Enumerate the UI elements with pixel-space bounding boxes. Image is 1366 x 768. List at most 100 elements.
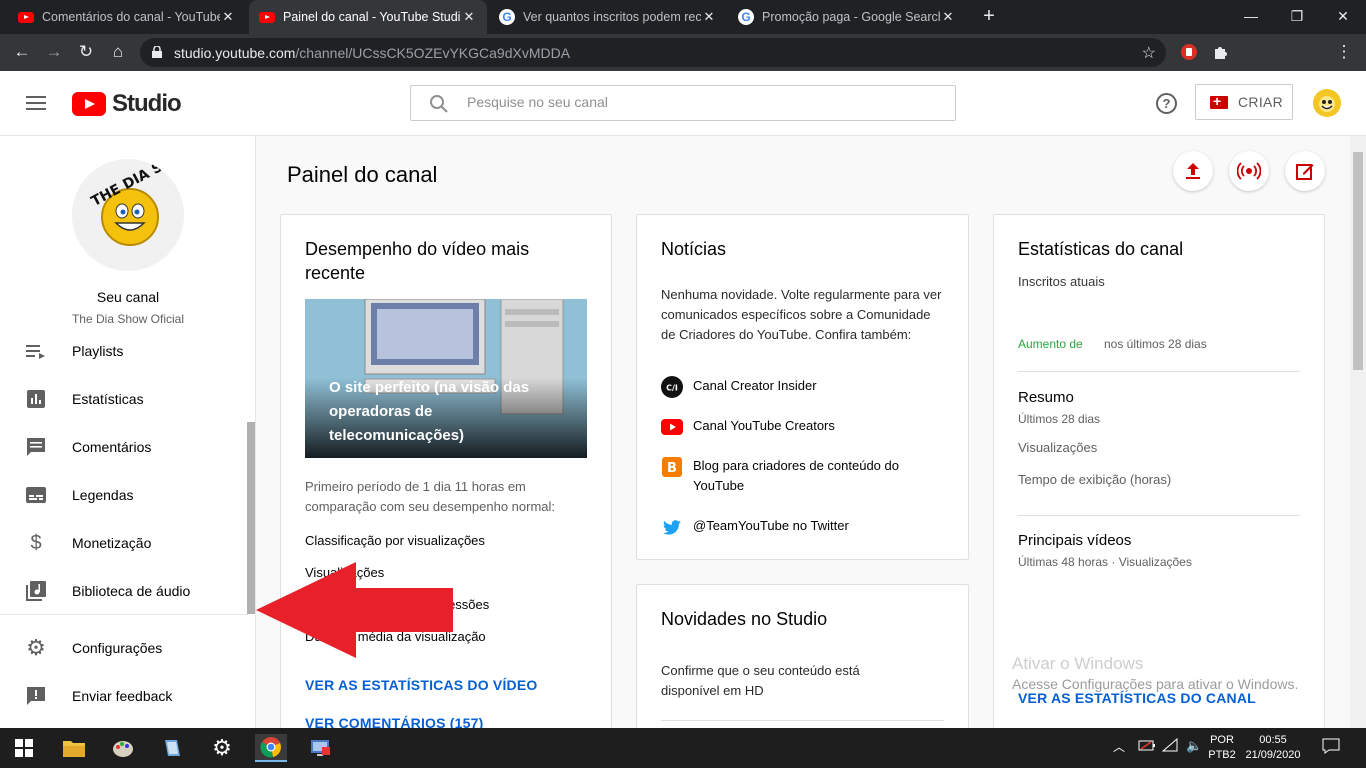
- sidebar-item-label: Configurações: [72, 640, 163, 656]
- chrome-icon[interactable]: [255, 734, 287, 762]
- sidebar-item-comments[interactable]: Comentários: [0, 423, 248, 471]
- chrome-menu-icon[interactable]: ⋮: [1332, 40, 1356, 64]
- close-icon[interactable]: ✕: [701, 9, 717, 25]
- period-text: Primeiro período de 1 dia 11 horas em co…: [305, 479, 556, 514]
- tab-title: Ver quantos inscritos podem rece: [523, 10, 701, 24]
- browser-tab-search[interactable]: G Promoção paga - Google Search ✕: [728, 0, 966, 34]
- help-icon[interactable]: ?: [1156, 93, 1177, 114]
- home-button[interactable]: ⌂: [106, 40, 130, 64]
- tab-title: Comentários do canal - YouTube: [42, 10, 220, 24]
- windows-start-icon[interactable]: [9, 734, 39, 762]
- video-stats-link[interactable]: VER AS ESTATÍSTICAS DO VÍDEO: [305, 677, 537, 693]
- dollar-icon: $: [30, 531, 42, 554]
- sidebar-item-feedback[interactable]: Enviar feedback: [0, 672, 248, 720]
- video-thumbnail[interactable]: O site perfeito (na visão das operadoras…: [305, 299, 587, 458]
- close-icon[interactable]: ✕: [461, 9, 477, 25]
- browser-tab-comments[interactable]: Comentários do canal - YouTube ✕: [8, 0, 246, 34]
- search-input[interactable]: [467, 94, 927, 110]
- card-title: Notícias: [661, 239, 727, 259]
- create-post-button[interactable]: [1285, 151, 1325, 191]
- paint-icon[interactable]: [108, 734, 138, 762]
- clock[interactable]: 00:55 21/09/2020: [1243, 733, 1303, 763]
- notes-app-icon[interactable]: [157, 734, 187, 762]
- red-arrow-annotation: [256, 562, 453, 658]
- studio-logo[interactable]: Studio: [72, 90, 182, 118]
- video-comments-link[interactable]: VER COMENTÁRIOS (157): [305, 715, 483, 728]
- remote-app-icon[interactable]: [305, 734, 335, 762]
- close-icon[interactable]: ✕: [220, 9, 236, 25]
- subscribers-label: Inscritos atuais: [1018, 274, 1105, 289]
- sidebar-item-settings[interactable]: ⚙ Configurações: [0, 624, 248, 672]
- activation-watermark-text: Acesse Configurações para ativar o Windo…: [1012, 676, 1299, 692]
- minimize-button[interactable]: —: [1228, 0, 1274, 34]
- feedback-icon: [25, 685, 47, 707]
- video-title: O site perfeito (na visão das operadoras…: [329, 379, 530, 444]
- reload-button[interactable]: ↻: [74, 40, 98, 64]
- sidebar-item-label: Playlists: [72, 343, 124, 359]
- battery-icon[interactable]: [1138, 738, 1156, 757]
- back-button[interactable]: ←: [10, 40, 34, 64]
- search-box[interactable]: [410, 85, 956, 121]
- create-label: CRIAR: [1238, 94, 1284, 110]
- sidebar-item-audio-library[interactable]: Biblioteca de áudio: [0, 567, 248, 615]
- new-tab-button[interactable]: +: [977, 4, 1001, 28]
- activation-watermark-title: Ativar o Windows: [1012, 654, 1144, 673]
- youtube-icon: [18, 11, 34, 23]
- sidebar-item-subtitles[interactable]: Legendas: [0, 471, 248, 519]
- page-scrollbar-thumb[interactable]: [1353, 152, 1363, 370]
- channel-avatar[interactable]: THE DIA SHOW: [72, 159, 184, 271]
- news-link-label: @TeamYouTube no Twitter: [693, 518, 849, 533]
- bookmark-star-icon[interactable]: ☆: [1142, 43, 1156, 63]
- file-explorer-icon[interactable]: [59, 734, 89, 762]
- your-channel-label: Seu canal: [96, 289, 160, 305]
- summary-title: Resumo: [1018, 389, 1074, 406]
- svg-text:C/I: C/I: [666, 384, 678, 393]
- news-link-yt-creators[interactable]: Canal YouTube Creators: [661, 416, 835, 438]
- address-bar[interactable]: studio.youtube.com/channel/UCssCK5OZEvYK…: [140, 38, 1166, 67]
- channel-stats-link[interactable]: VER AS ESTATÍSTICAS DO CANAL: [1018, 690, 1256, 706]
- create-button[interactable]: CRIAR: [1195, 84, 1293, 120]
- sidebar-item-playlists[interactable]: Playlists: [0, 327, 248, 375]
- news-link-creator-insider[interactable]: C/I Canal Creator Insider: [661, 376, 817, 398]
- studio-news-card: Novidades no Studio Confirme que o seu c…: [636, 584, 969, 728]
- language-indicator[interactable]: POR PTB2: [1208, 733, 1236, 763]
- audio-library-icon: [25, 580, 47, 602]
- youtube-icon: [259, 11, 275, 23]
- browser-tab-dashboard[interactable]: Painel do canal - YouTube Studio ✕: [249, 0, 487, 34]
- forward-button[interactable]: →: [42, 40, 66, 64]
- watch-time-label: Tempo de exibição (horas): [1018, 472, 1172, 487]
- news-link-twitter[interactable]: @TeamYouTube no Twitter: [661, 516, 849, 538]
- news-text: Nenhuma novidade. Volte regularmente par…: [661, 287, 942, 342]
- sidebar-item-analytics[interactable]: Estatísticas: [0, 375, 248, 423]
- close-window-button[interactable]: ✕: [1320, 0, 1366, 34]
- sidebar-item-monetization[interactable]: $ Monetização: [0, 519, 248, 567]
- extensions-puzzle-icon[interactable]: [1212, 43, 1230, 61]
- views-label: Visualizações: [1018, 440, 1098, 455]
- go-live-button[interactable]: [1229, 151, 1269, 191]
- tray-chevron-icon[interactable]: ︿: [1113, 740, 1125, 755]
- page-title: Painel do canal: [287, 162, 438, 187]
- browser-tab-subscribers[interactable]: G Ver quantos inscritos podem rece ✕: [489, 0, 727, 34]
- news-link-blog[interactable]: B Blog para criadores de conteúdo do You…: [661, 456, 921, 496]
- svg-text:B: B: [667, 461, 677, 476]
- account-avatar[interactable]: [1313, 89, 1341, 117]
- menu-icon[interactable]: [26, 96, 46, 110]
- sidebar-scrollbar[interactable]: [247, 422, 255, 614]
- sidebar-divider: [0, 614, 248, 615]
- notifications-icon[interactable]: [1322, 738, 1340, 759]
- analytics-icon: [25, 388, 47, 410]
- sidebar: THE DIA SHOW Seu canal The Dia Show Ofic…: [0, 136, 256, 728]
- restore-button[interactable]: ❐: [1274, 0, 1320, 34]
- settings-gear-icon[interactable]: ⚙: [207, 734, 237, 762]
- network-icon[interactable]: [1161, 737, 1180, 757]
- extension-stop-icon[interactable]: [1180, 43, 1198, 61]
- page-scrollbar[interactable]: [1350, 136, 1366, 728]
- upload-button[interactable]: [1173, 151, 1213, 191]
- metric-row: Classificação por visualizações: [305, 533, 485, 548]
- youtube-logo-icon: [72, 92, 106, 116]
- upload-icon: [1186, 163, 1200, 179]
- volume-icon[interactable]: 🔈: [1186, 738, 1202, 753]
- edit-icon: [1296, 164, 1314, 180]
- channel-stats-card: Estatísticas do canal Inscritos atuais A…: [993, 214, 1325, 728]
- close-icon[interactable]: ✕: [940, 9, 956, 25]
